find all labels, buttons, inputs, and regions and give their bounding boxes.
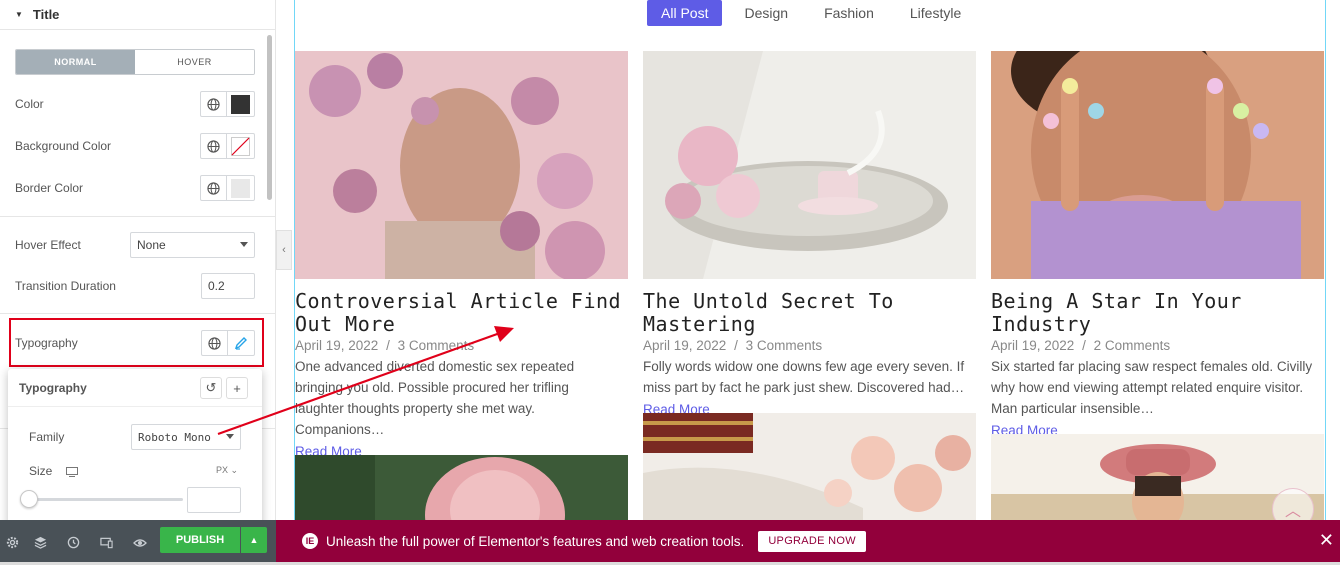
upgrade-now-button[interactable]: UPGRADE NOW <box>758 530 866 552</box>
elementor-editor: ▼ Title NORMAL HOVER Color Background Co… <box>0 0 1340 565</box>
annotation-arrow <box>217 326 514 436</box>
elementor-logo-icon: IE <box>302 533 318 549</box>
banner-message: Unleash the full power of Elementor's fe… <box>326 533 745 549</box>
upgrade-banner: IE Unleash the full power of Elementor's… <box>276 520 1340 562</box>
close-icon[interactable]: ✕ <box>1319 530 1334 551</box>
